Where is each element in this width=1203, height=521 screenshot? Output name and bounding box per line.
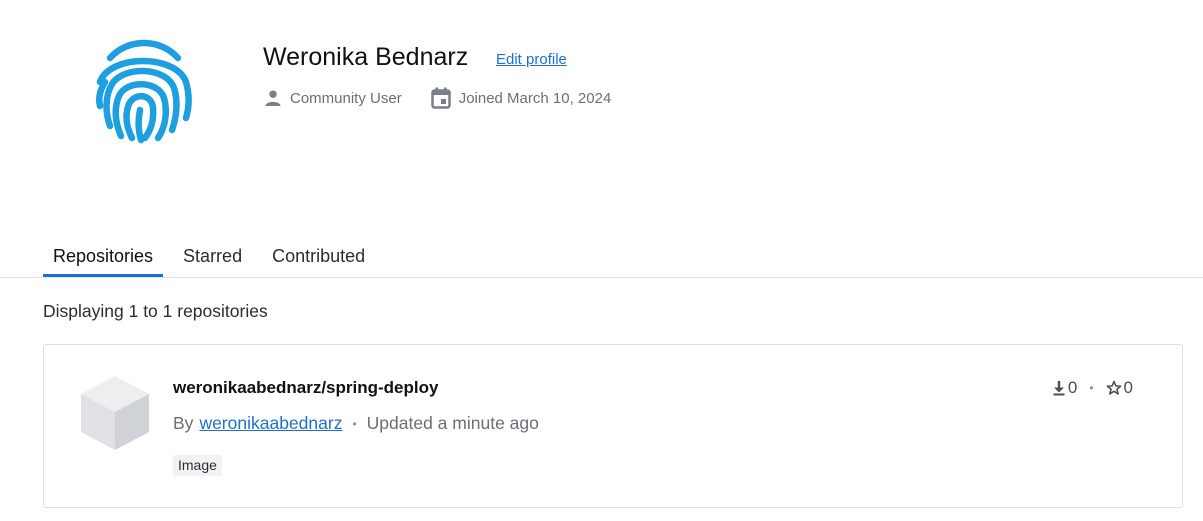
cube-icon bbox=[79, 374, 151, 457]
star-stat: 0 bbox=[1106, 378, 1133, 398]
user-icon bbox=[264, 89, 282, 107]
type-badge: Image bbox=[173, 455, 222, 476]
by-label: By bbox=[173, 413, 194, 433]
star-count: 0 bbox=[1123, 378, 1133, 397]
profile-page: Weronika Bednarz Edit profile Community … bbox=[0, 0, 1203, 521]
joined-text: Joined March 10, 2024 bbox=[458, 89, 612, 107]
download-stat: 0 bbox=[1052, 378, 1077, 398]
calendar-icon bbox=[430, 87, 451, 109]
profile-name: Weronika Bednarz bbox=[263, 43, 469, 71]
repository-meta: By weronikaabednarz • Updated a minute a… bbox=[173, 413, 539, 434]
role-item: Community User bbox=[264, 89, 402, 107]
repository-card[interactable]: weronikaabednarz/spring-deploy By weroni… bbox=[43, 344, 1183, 508]
edit-profile-link[interactable]: Edit profile bbox=[496, 51, 567, 68]
fingerprint-icon bbox=[88, 36, 198, 146]
repository-count: Displaying 1 to 1 repositories bbox=[43, 301, 268, 321]
tabs-divider bbox=[0, 277, 1203, 278]
profile-tabs: Repositories Starred Contributed bbox=[43, 240, 375, 278]
joined-item: Joined March 10, 2024 bbox=[430, 87, 612, 109]
download-count: 0 bbox=[1067, 378, 1078, 397]
updated-text: Updated a minute ago bbox=[366, 413, 539, 433]
tab-contributed[interactable]: Contributed bbox=[262, 240, 375, 278]
tab-starred[interactable]: Starred bbox=[173, 240, 252, 278]
download-icon bbox=[1052, 380, 1066, 396]
stats-separator: • bbox=[1089, 381, 1094, 395]
role-text: Community User bbox=[290, 89, 402, 107]
meta-separator: • bbox=[352, 416, 357, 431]
repository-name[interactable]: weronikaabednarz/spring-deploy bbox=[173, 378, 438, 398]
author-link[interactable]: weronikaabednarz bbox=[199, 413, 342, 434]
repository-stats: 0 • 0 bbox=[1052, 378, 1133, 398]
star-outline-icon bbox=[1106, 380, 1122, 396]
profile-meta: Community User Joined March 10, 2024 bbox=[264, 87, 611, 109]
tab-repositories[interactable]: Repositories bbox=[43, 240, 164, 278]
